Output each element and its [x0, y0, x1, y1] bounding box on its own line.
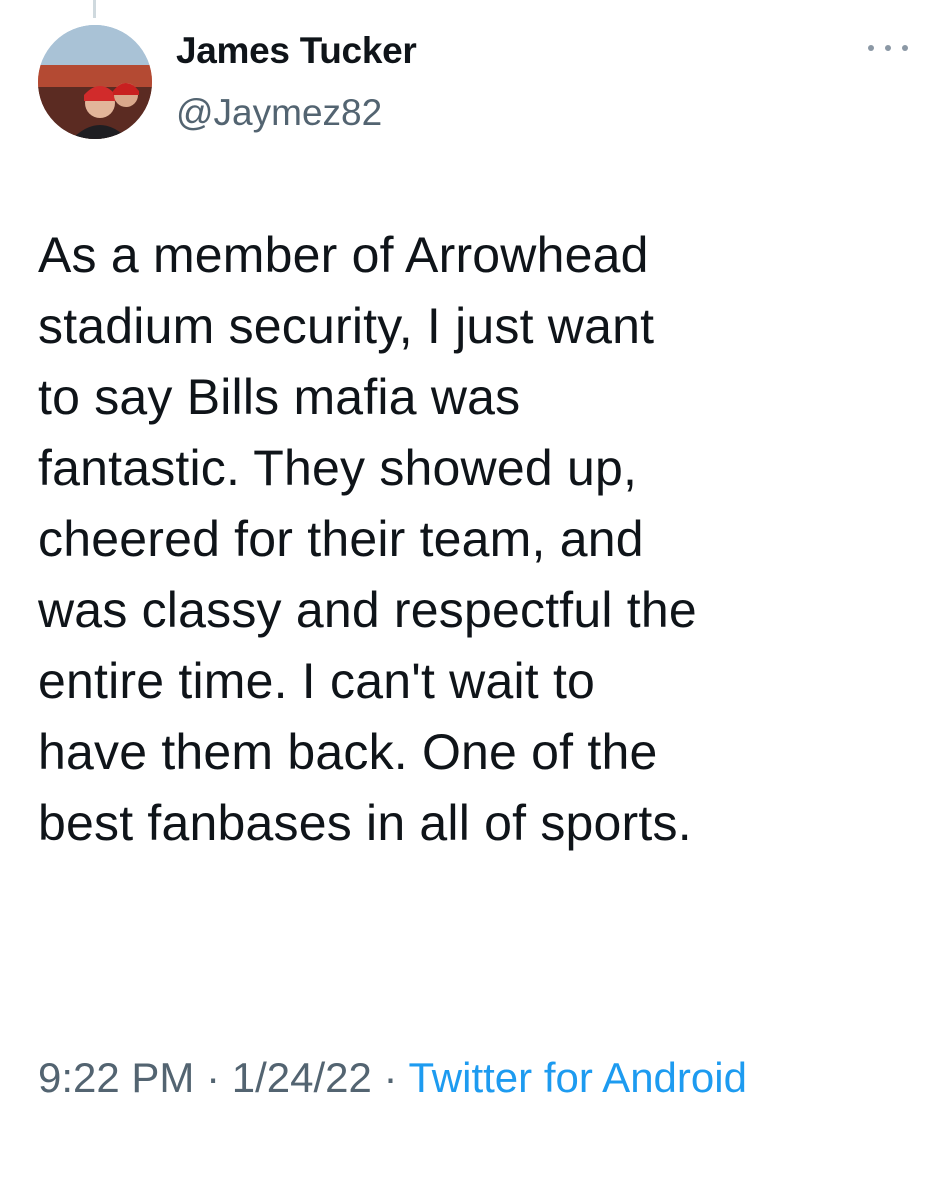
tweet-time[interactable]: 9:22 PM — [38, 1054, 194, 1101]
meta-separator: · — [194, 1054, 232, 1101]
avatar[interactable] — [38, 25, 152, 139]
author-handle[interactable]: @Jaymez82 — [176, 92, 382, 134]
dot — [868, 45, 874, 51]
tweet-date[interactable]: 1/24/22 — [232, 1054, 372, 1101]
tweet-source-link[interactable]: Twitter for Android — [408, 1054, 746, 1101]
more-options-icon[interactable] — [868, 38, 908, 58]
dot — [885, 45, 891, 51]
author-display-name[interactable]: James Tucker — [176, 30, 417, 72]
tweet-metadata: 9:22 PM · 1/24/22 · Twitter for Android — [38, 1046, 898, 1110]
dot — [902, 45, 908, 51]
thread-connector-line — [93, 0, 96, 18]
tweet-text: As a member of Arrowhead stadium securit… — [38, 227, 697, 851]
meta-separator: · — [371, 1054, 409, 1101]
